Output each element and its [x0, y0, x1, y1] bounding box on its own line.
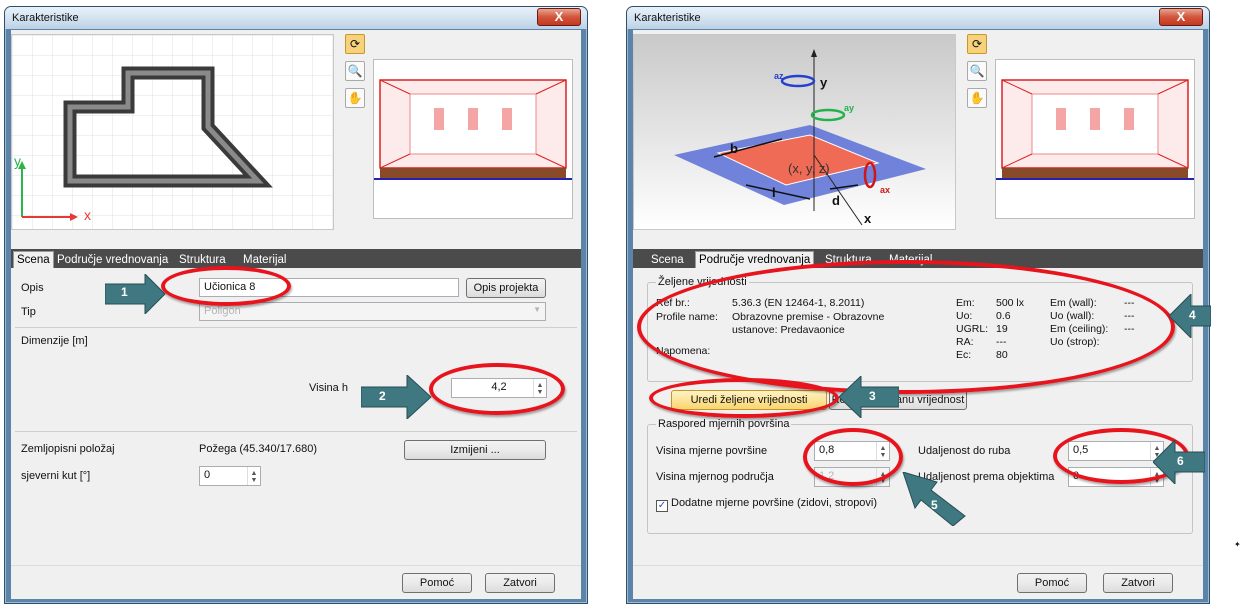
room-3d-preview[interactable] [373, 59, 573, 219]
tab-scena[interactable]: Scena [651, 252, 684, 268]
tab-materijal[interactable]: Materijal [243, 252, 286, 268]
callout-3-label: 3 [869, 389, 876, 403]
tip-select[interactable]: Poligon ▼ [199, 302, 546, 321]
axis-y-label: y [14, 153, 21, 169]
tip-label: Tip [21, 306, 36, 318]
tab-podrucje-vrednovanja[interactable]: Područje vrednovanja [57, 252, 168, 268]
dialog-footer: Pomoć Zatvori [633, 565, 1203, 599]
dodatne-mjerne-povrsine-row[interactable]: ✓ Dodatne mjerne površine (zidovi, stropo… [656, 497, 877, 512]
characteristics-window-right: Karakteristike X b l d (x, y, z) az ay a… [626, 6, 1211, 604]
diagram-label-ax: ax [880, 185, 891, 195]
window-title: Karakteristike [634, 12, 701, 24]
callout-4-label: 4 [1189, 308, 1196, 322]
diagram-label-ay: ay [844, 103, 855, 113]
help-button[interactable]: Pomoć [402, 573, 472, 593]
refresh-icon[interactable]: ⟳ [345, 34, 365, 54]
chevron-down-icon: ▼ [533, 305, 541, 314]
room-3d-drawing [374, 79, 572, 180]
checkbox-checked-icon[interactable]: ✓ [656, 500, 668, 512]
annotation-ring-5 [803, 428, 903, 486]
cursor-icon: ✦ [1234, 540, 1241, 549]
tip-value: Poligon [204, 305, 241, 317]
close-button[interactable]: Zatvori [1103, 573, 1173, 593]
annotation-ring-1 [161, 266, 291, 306]
izmijeni-button[interactable]: Izmijeni ... [404, 440, 546, 460]
callout-5-label: 5 [931, 498, 938, 512]
dialog-footer: Pomoć Zatvori [11, 565, 581, 599]
floor-plan-preview[interactable]: y x [11, 34, 334, 230]
title-bar: Karakteristike X [627, 7, 1209, 29]
diagram-label-az: az [774, 71, 784, 81]
diagram-axis-x: x [864, 211, 872, 226]
diagram-label-xyz: (x, y, z) [788, 161, 830, 176]
sjeverni-kut-input[interactable]: 0 ▲ ▼ [199, 466, 261, 486]
close-window-button[interactable]: X [1159, 8, 1203, 26]
view-toolbar: ⟳ 🔍 ✋ [967, 34, 989, 115]
title-bar: Karakteristike X [5, 7, 587, 29]
hand-pan-icon[interactable]: ✋ [967, 88, 987, 108]
room-3d-preview[interactable] [995, 59, 1195, 219]
sjeverni-kut-label: sjeverni kut [°] [21, 470, 91, 482]
diagram-label-d: d [832, 193, 840, 208]
sjeverni-kut-value: 0 [204, 469, 211, 481]
close-button[interactable]: Zatvori [485, 573, 555, 593]
dodatne-mjerne-povrsine-label: Dodatne mjerne površine (zidovi, stropov… [671, 497, 878, 509]
divider [15, 327, 577, 328]
room-3d-drawing [996, 79, 1194, 180]
diagram-axis-y: y [820, 75, 828, 90]
spin-arrows-icon[interactable]: ▲ ▼ [247, 467, 260, 485]
callout-arrow-2 [361, 375, 432, 419]
window-title: Karakteristike [12, 12, 79, 24]
callout-1-label: 1 [121, 285, 128, 299]
tab-scena[interactable]: Scena [13, 251, 54, 268]
zoom-icon[interactable]: 🔍 [967, 61, 987, 81]
help-button[interactable]: Pomoć [1017, 573, 1087, 593]
callout-6-label: 6 [1177, 454, 1184, 468]
window-client: y x ⟳ 🔍 ✋ Scena Područje vrednovanja Str… [11, 30, 581, 599]
window-client: b l d (x, y, z) az ay ax y x ⟳ 🔍 ✋ Scena… [633, 30, 1211, 599]
group-title: Raspored mjernih površina [656, 418, 792, 430]
callout-arrow-1 [105, 274, 166, 314]
zoom-icon[interactable]: 🔍 [345, 61, 365, 81]
annotation-ring-2 [429, 363, 565, 415]
diagram-label-b: b [730, 141, 738, 156]
characteristics-window-left: Karakteristike X y x ⟳ 🔍 ✋ Scena Područj… [4, 6, 588, 604]
refresh-icon[interactable]: ⟳ [967, 34, 987, 54]
dimenzije-label: Dimenzije [m] [21, 335, 88, 347]
visina-h-label: Visina h [309, 382, 348, 394]
zemljopisni-polozaj-label: Zemljopisni položaj [21, 443, 115, 455]
view-toolbar: ⟳ 🔍 ✋ [345, 34, 367, 115]
measurement-area-preview[interactable]: b l d (x, y, z) az ay ax y x [633, 34, 956, 230]
diagram-label-l: l [772, 185, 776, 200]
hand-pan-icon[interactable]: ✋ [345, 88, 365, 108]
udaljenost-do-ruba-label: Udaljenost do ruba [918, 445, 1011, 457]
visina-mjernog-podrucja-label: Visina mjernog područja [656, 471, 774, 483]
callout-2-label: 2 [379, 389, 386, 403]
opis-projekta-button[interactable]: Opis projekta [466, 278, 546, 298]
measurement-area-diagram [634, 35, 955, 229]
divider [15, 431, 577, 432]
tab-strip: Scena Područje vrednovanja Struktura Mat… [11, 249, 581, 268]
annotation-ring-3 [649, 378, 839, 418]
close-window-button[interactable]: X [537, 8, 581, 26]
annotation-ring-4 [637, 260, 1175, 394]
visina-mjerne-povrsine-label: Visina mjerne površine [656, 445, 768, 457]
opis-label: Opis [21, 282, 44, 294]
floor-plan-drawing [12, 35, 333, 229]
zemljopisni-polozaj-value: Požega (45.340/17.680) [199, 443, 318, 455]
axis-x-label: x [84, 207, 91, 223]
